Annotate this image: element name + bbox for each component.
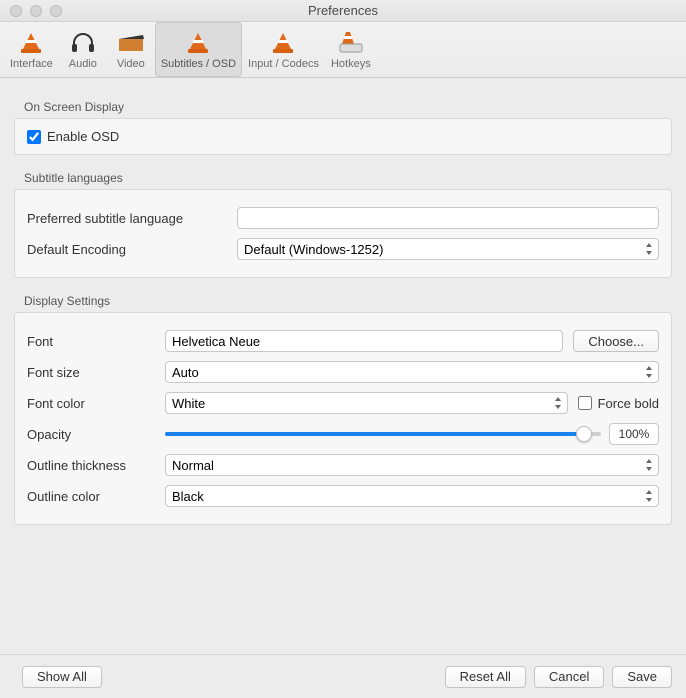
save-button[interactable]: Save — [612, 666, 672, 688]
cone-icon — [268, 28, 298, 56]
titlebar: Preferences — [0, 0, 686, 22]
font-label: Font — [27, 334, 155, 349]
preferences-toolbar: Interface Audio Video Subtitles / OSD In… — [0, 22, 686, 78]
tab-label: Video — [117, 58, 145, 70]
reset-all-button[interactable]: Reset All — [445, 666, 526, 688]
tab-audio[interactable]: Audio — [59, 22, 107, 77]
osd-section: Enable OSD — [14, 118, 672, 155]
zoom-button[interactable] — [50, 5, 62, 17]
minimize-button[interactable] — [30, 5, 42, 17]
opacity-readout: 100% — [609, 423, 659, 445]
opacity-slider[interactable] — [165, 424, 601, 444]
outline-thickness-label: Outline thickness — [27, 458, 155, 473]
preferred-subtitle-lang-label: Preferred subtitle language — [27, 211, 227, 226]
osd-section-label: On Screen Display — [14, 94, 672, 118]
tab-input-codecs[interactable]: Input / Codecs — [242, 22, 325, 77]
cancel-button[interactable]: Cancel — [534, 666, 604, 688]
force-bold-checkbox[interactable]: Force bold — [578, 396, 659, 411]
tab-label: Subtitles / OSD — [161, 58, 236, 70]
show-all-button[interactable]: Show All — [22, 666, 102, 688]
cone-icon — [16, 28, 46, 56]
tab-label: Input / Codecs — [248, 58, 319, 70]
default-encoding-select[interactable]: Default (Windows-1252) — [237, 238, 659, 260]
choose-font-button[interactable]: Choose... — [573, 330, 659, 352]
tab-label: Interface — [10, 58, 53, 70]
slider-thumb[interactable] — [576, 426, 592, 442]
font-color-select[interactable]: White — [165, 392, 568, 414]
tab-video[interactable]: Video — [107, 22, 155, 77]
display-section: Font Choose... Font size Auto Font color… — [14, 312, 672, 525]
font-size-select[interactable]: Auto — [165, 361, 659, 383]
subtitle-lang-section-label: Subtitle languages — [14, 165, 672, 189]
tab-subtitles-osd[interactable]: Subtitles / OSD — [155, 22, 242, 77]
default-encoding-label: Default Encoding — [27, 242, 227, 257]
clapperboard-icon — [116, 28, 146, 56]
headphones-icon — [68, 28, 98, 56]
close-button[interactable] — [10, 5, 22, 17]
content-area: On Screen Display Enable OSD Subtitle la… — [0, 78, 686, 654]
tab-interface[interactable]: Interface — [4, 22, 59, 77]
outline-color-select[interactable]: Black — [165, 485, 659, 507]
window-title: Preferences — [0, 3, 686, 18]
tab-label: Audio — [69, 58, 97, 70]
font-size-label: Font size — [27, 365, 155, 380]
outline-thickness-select[interactable]: Normal — [165, 454, 659, 476]
force-bold-input[interactable] — [578, 396, 592, 410]
font-color-label: Font color — [27, 396, 155, 411]
font-input[interactable] — [165, 330, 563, 352]
force-bold-label: Force bold — [598, 396, 659, 411]
tab-hotkeys[interactable]: Hotkeys — [325, 22, 377, 77]
enable-osd-checkbox[interactable]: Enable OSD — [27, 129, 659, 144]
slider-fill — [165, 432, 584, 436]
enable-osd-label: Enable OSD — [47, 129, 119, 144]
footer: Show All Reset All Cancel Save — [0, 654, 686, 698]
cone-keyboard-icon — [336, 28, 366, 56]
tab-label: Hotkeys — [331, 58, 371, 70]
enable-osd-input[interactable] — [27, 130, 41, 144]
cone-icon — [183, 28, 213, 56]
subtitle-lang-section: Preferred subtitle language Default Enco… — [14, 189, 672, 278]
display-section-label: Display Settings — [14, 288, 672, 312]
opacity-label: Opacity — [27, 427, 155, 442]
preferred-subtitle-lang-input[interactable] — [237, 207, 659, 229]
window-controls — [0, 5, 62, 17]
outline-color-label: Outline color — [27, 489, 155, 504]
